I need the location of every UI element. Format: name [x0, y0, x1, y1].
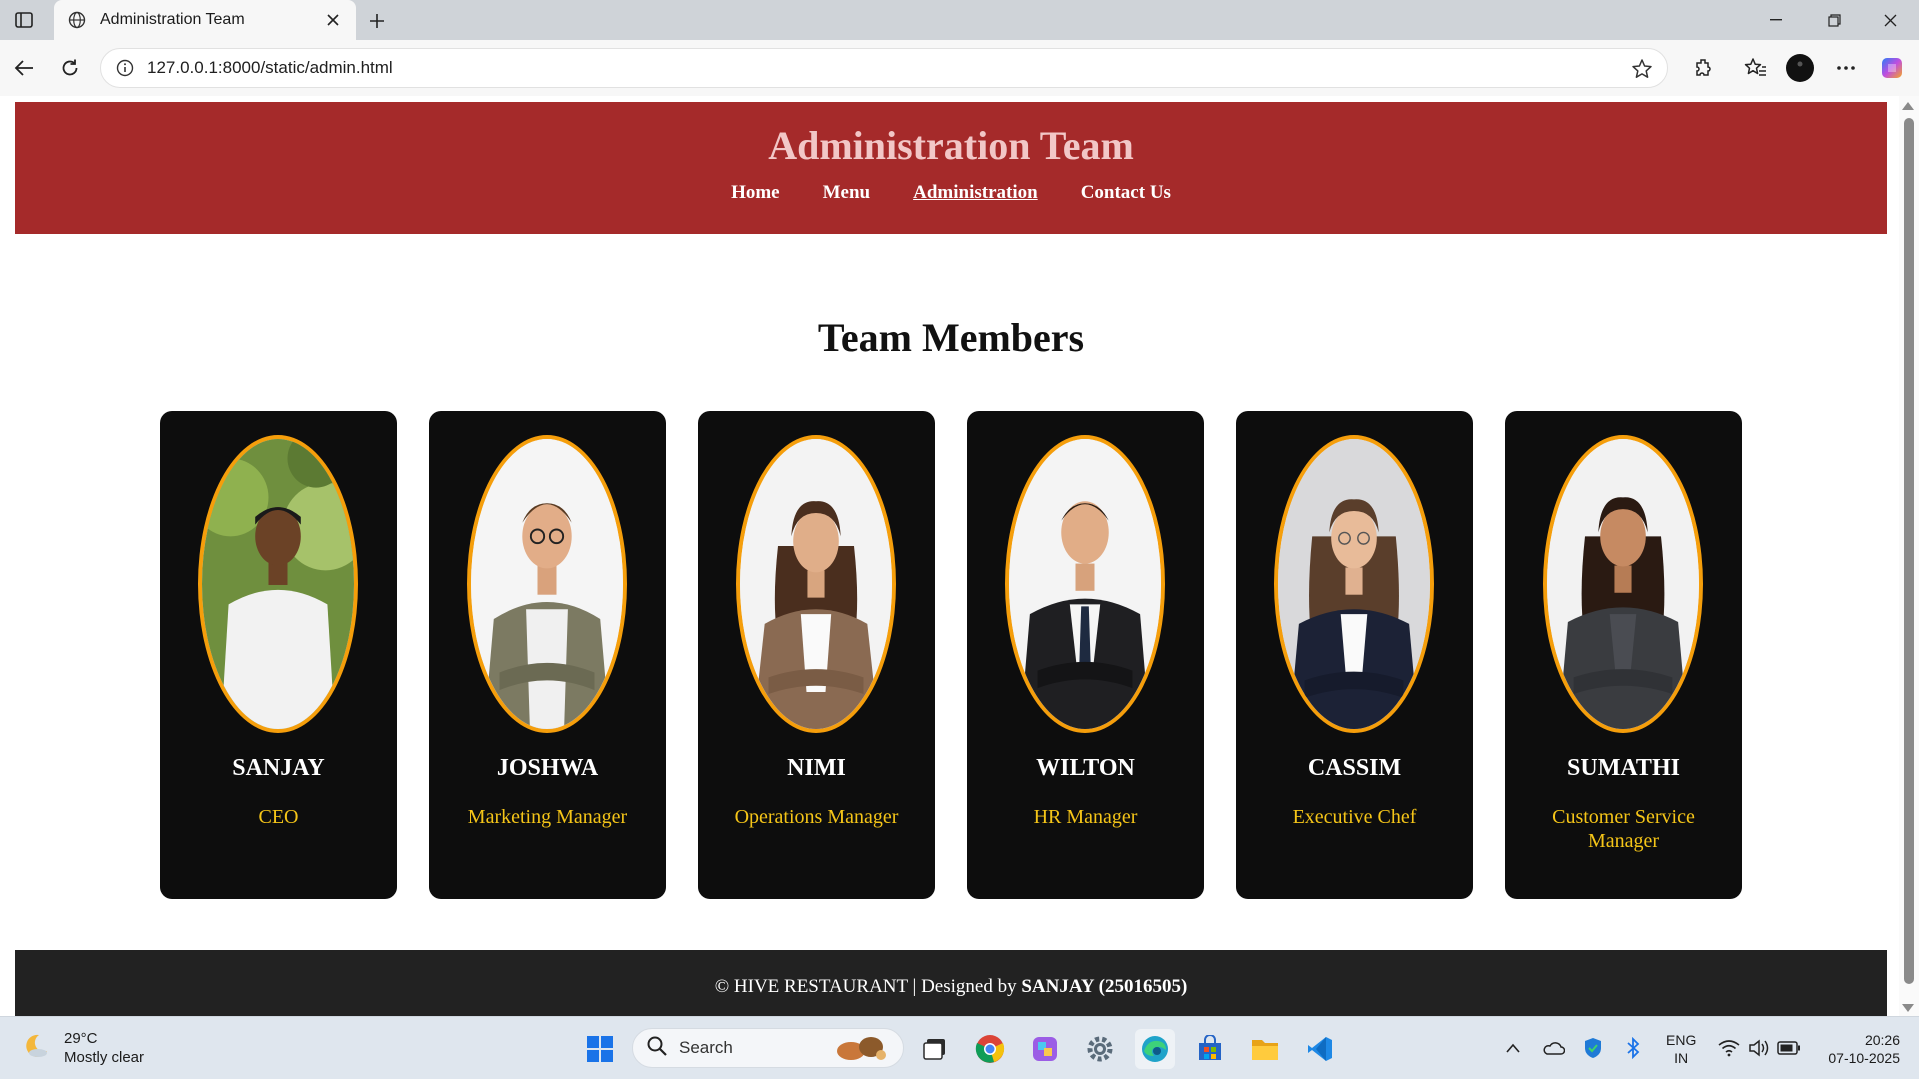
task-view-icon[interactable] — [916, 1029, 956, 1069]
member-role: Marketing Manager — [467, 806, 628, 828]
scroll-down-arrow-icon[interactable] — [1902, 1004, 1914, 1012]
tab-title: Administration Team — [100, 11, 245, 28]
copilot-app-icon[interactable] — [1025, 1029, 1065, 1069]
search-placeholder: Search — [679, 1038, 733, 1057]
minimize-icon[interactable] — [1748, 0, 1804, 40]
language-region: IN — [1674, 1050, 1689, 1066]
site-title: Administration Team — [768, 123, 1134, 168]
clock-date: 07-10-2025 — [1828, 1050, 1900, 1066]
member-name: SANJAY — [232, 755, 325, 781]
section-title: Team Members — [817, 315, 1085, 360]
url-text: 127.0.0.1:8000/static/admin.html — [147, 58, 393, 77]
browser-toolbar: 127.0.0.1:8000/static/admin.html — [0, 40, 1919, 96]
site-header: Administration Team Home Menu Administra… — [15, 102, 1887, 234]
page-scrollbar[interactable] — [1899, 96, 1919, 1016]
site-info-icon[interactable] — [115, 58, 135, 78]
microsoft-store-icon[interactable] — [1190, 1029, 1230, 1069]
nav-link-contact-us[interactable]: Contact Us — [1081, 182, 1171, 204]
address-bar[interactable]: 127.0.0.1:8000/static/admin.html — [100, 48, 1668, 88]
footer-prefix: © HIVE RESTAURANT | Designed by — [714, 976, 1022, 997]
nav-link-home[interactable]: Home — [731, 182, 780, 204]
member-card: NIMI Operations Manager — [698, 411, 935, 899]
member-role: Operations Manager — [734, 806, 899, 828]
member-name: JOSHWA — [496, 755, 599, 781]
weather-widget[interactable]: 29°C Mostly clear — [22, 1029, 144, 1067]
vscode-icon[interactable] — [1300, 1029, 1340, 1069]
scroll-up-arrow-icon[interactable] — [1902, 102, 1914, 110]
nav-link-administration[interactable]: Administration — [913, 182, 1038, 204]
extensions-icon[interactable] — [1688, 52, 1720, 84]
wifi-icon[interactable] — [1716, 1035, 1742, 1061]
new-tab-button[interactable] — [362, 6, 392, 36]
member-photo — [736, 435, 896, 733]
member-card: SANJAY CEO — [160, 411, 397, 899]
member-photo — [198, 435, 358, 733]
favorite-star-icon[interactable] — [1631, 58, 1653, 80]
more-options-icon[interactable] — [1830, 52, 1862, 84]
member-photo — [467, 435, 627, 733]
windows-taskbar: 29°C Mostly clear Search ENG IN 20:26 07… — [0, 1016, 1919, 1079]
footer-author: SANJAY (25016505) — [1021, 976, 1188, 997]
member-card: SUMATHI Customer Service Manager — [1505, 411, 1742, 899]
page-viewport: Administration Team Home Menu Administra… — [0, 96, 1919, 1016]
globe-icon — [66, 9, 88, 31]
clock-time: 20:26 — [1864, 1032, 1900, 1048]
scrollbar-thumb[interactable] — [1904, 118, 1914, 984]
member-photo — [1543, 435, 1703, 733]
profile-avatar[interactable] — [1784, 52, 1816, 84]
copilot-icon[interactable] — [1876, 52, 1908, 84]
member-card: CASSIM Executive Chef — [1236, 411, 1473, 899]
main-nav: Home Menu Administration Contact Us — [15, 182, 1887, 204]
back-icon[interactable] — [8, 52, 40, 84]
member-name: NIMI — [787, 755, 846, 781]
edge-icon[interactable] — [1135, 1029, 1175, 1069]
favorites-icon[interactable] — [1740, 52, 1772, 84]
bluetooth-icon[interactable] — [1620, 1035, 1646, 1061]
weather-desc: Mostly clear — [64, 1049, 145, 1066]
search-highlight-icon — [829, 1033, 893, 1068]
language-code: ENG — [1666, 1032, 1697, 1048]
sidebar-toggle-icon[interactable] — [10, 8, 38, 32]
site-footer: © HIVE RESTAURANT | Designed by SANJAY (… — [15, 950, 1887, 1016]
file-explorer-icon[interactable] — [1245, 1029, 1285, 1069]
moon-weather-icon — [22, 1032, 50, 1065]
member-name: WILTON — [1036, 755, 1135, 781]
member-photo — [1005, 435, 1165, 733]
refresh-icon[interactable] — [54, 52, 86, 84]
nav-link-menu[interactable]: Menu — [823, 182, 871, 204]
close-icon[interactable] — [322, 9, 344, 31]
search-icon — [647, 1036, 667, 1061]
browser-tab-strip: Administration Team — [0, 0, 1919, 40]
member-photo — [1274, 435, 1434, 733]
start-windows-icon[interactable] — [580, 1029, 620, 1069]
chrome-icon[interactable] — [970, 1029, 1010, 1069]
language-indicator[interactable]: ENG IN — [1666, 1031, 1696, 1067]
member-role: CEO — [258, 806, 299, 828]
volume-icon[interactable] — [1746, 1035, 1772, 1061]
member-role: Customer Service Manager — [1552, 806, 1695, 852]
member-role: Executive Chef — [1292, 806, 1417, 828]
battery-icon[interactable] — [1776, 1035, 1802, 1061]
close-window-icon[interactable] — [1862, 0, 1918, 40]
member-card: JOSHWA Marketing Manager — [429, 411, 666, 899]
weather-temp: 29°C — [64, 1030, 98, 1047]
team-members-grid: SANJAY CEO JOSHWA Marketing Manager NIMI… — [160, 411, 1744, 899]
member-card: WILTON HR Manager — [967, 411, 1204, 899]
taskbar-search[interactable]: Search — [632, 1028, 904, 1068]
system-clock[interactable]: 20:26 07-10-2025 — [1818, 1031, 1900, 1067]
security-shield-icon[interactable] — [1580, 1035, 1606, 1061]
footer-text: © HIVE RESTAURANT | Designed by SANJAY (… — [15, 976, 1887, 998]
onedrive-cloud-icon[interactable] — [1540, 1035, 1566, 1061]
chevron-up-icon[interactable] — [1500, 1035, 1526, 1061]
settings-gear-icon[interactable] — [1080, 1029, 1120, 1069]
member-role: HR Manager — [1033, 806, 1138, 828]
browser-tab[interactable]: Administration Team — [54, 0, 356, 40]
member-name: SUMATHI — [1567, 755, 1680, 781]
restore-icon[interactable] — [1806, 0, 1862, 40]
member-name: CASSIM — [1307, 755, 1402, 781]
